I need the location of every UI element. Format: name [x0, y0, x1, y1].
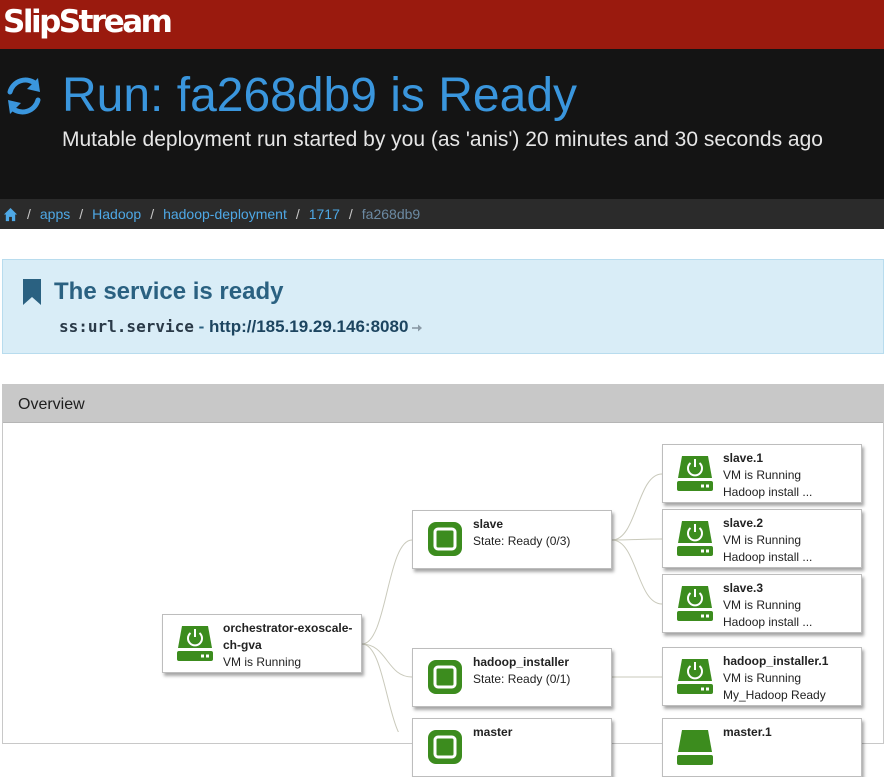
node-message: Hadoop install ...	[723, 550, 813, 564]
service-url-link[interactable]: http://185.19.29.146:8080	[209, 317, 408, 336]
service-ready-alert: The service is ready ss:url.service - ht…	[2, 259, 884, 354]
topology-node-orchestrator[interactable]: orchestrator-exoscale-ch-gva VM is Runni…	[162, 614, 362, 673]
node-text: hadoop_installer State: Ready (0/1)	[473, 654, 611, 688]
node-text: slave.1 VM is Running Hadoop install ...	[723, 450, 861, 501]
slipstream-logo[interactable]: SlipStream	[3, 2, 173, 42]
topology-node-hadoop-installer[interactable]: hadoop_installer State: Ready (0/1)	[412, 648, 612, 707]
separator-dash: -	[198, 317, 205, 336]
breadcrumb-separator: /	[295, 206, 300, 222]
overview-title: Overview	[18, 396, 85, 413]
node-text: hadoop_installer.1 VM is Running My_Hado…	[723, 653, 861, 704]
node-status: VM is Running	[723, 671, 802, 685]
breadcrumb-separator: /	[150, 206, 155, 222]
topology-node-slave-2[interactable]: slave.2 VM is Running Hadoop install ...	[662, 509, 862, 568]
vm-power-icon	[677, 659, 713, 694]
node-status: State: Ready (0/3)	[473, 534, 571, 548]
node-name: hadoop_installer.1	[723, 654, 829, 668]
topology-node-master[interactable]: master	[412, 718, 612, 777]
node-status: VM is Running	[723, 468, 802, 482]
node-name: master	[473, 725, 513, 739]
node-status: VM is Running	[723, 598, 802, 612]
overview-panel-heading[interactable]: Overview	[3, 385, 883, 423]
deployment-node-icon	[428, 730, 462, 764]
top-bar: SlipStream	[0, 0, 884, 49]
topology-node-slave-3[interactable]: slave.3 VM is Running Hadoop install ...	[662, 574, 862, 633]
node-status: VM is Running	[723, 533, 802, 547]
vm-power-icon	[677, 586, 713, 621]
node-text: slave.2 VM is Running Hadoop install ...	[723, 515, 861, 566]
vm-power-icon	[677, 521, 713, 556]
breadcrumb-hadoop-deployment[interactable]: hadoop-deployment	[163, 206, 287, 222]
service-url-key: ss:url.service	[59, 317, 194, 336]
breadcrumb: / apps / Hadoop / hadoop-deployment / 17…	[0, 199, 884, 229]
node-name: hadoop_installer	[473, 655, 570, 669]
external-link-icon[interactable]	[411, 323, 423, 333]
breadcrumb-separator: /	[79, 206, 84, 222]
node-name: slave.1	[723, 451, 764, 465]
topology-node-slave-1[interactable]: slave.1 VM is Running Hadoop install ...	[662, 444, 862, 503]
node-name: orchestrator-exoscale-ch-gva	[223, 621, 353, 652]
breadcrumb-version[interactable]: 1717	[309, 206, 340, 222]
node-name: slave	[473, 517, 504, 531]
vm-power-icon	[177, 626, 213, 661]
bookmark-icon	[23, 279, 41, 305]
refresh-icon[interactable]	[2, 74, 46, 118]
breadcrumb-apps[interactable]: apps	[40, 206, 70, 222]
breadcrumb-hadoop[interactable]: Hadoop	[92, 206, 141, 222]
topology-node-slave[interactable]: slave State: Ready (0/3)	[412, 510, 612, 569]
node-name: master.1	[723, 725, 772, 739]
node-message: Hadoop install ...	[723, 485, 813, 499]
alert-title: The service is ready	[54, 278, 284, 305]
deployment-node-icon	[428, 522, 462, 556]
node-name: slave.3	[723, 581, 764, 595]
page-subtitle: Mutable deployment run started by you (a…	[62, 128, 823, 151]
node-status: VM is Running	[223, 655, 302, 669]
node-name: slave.2	[723, 516, 764, 530]
breadcrumb-current: fa268db9	[361, 206, 421, 222]
breadcrumb-separator: /	[348, 206, 353, 222]
node-text: slave.3 VM is Running Hadoop install ...	[723, 580, 861, 631]
node-status: State: Ready (0/1)	[473, 672, 571, 686]
vm-power-icon	[677, 456, 713, 491]
node-text: master	[473, 724, 611, 741]
node-text: slave State: Ready (0/3)	[473, 516, 611, 550]
vm-power-icon	[677, 730, 713, 765]
topology-node-hadoop-installer-1[interactable]: hadoop_installer.1 VM is Running My_Hado…	[662, 647, 862, 706]
deployment-node-icon	[428, 660, 462, 694]
node-text: orchestrator-exoscale-ch-gva VM is Runni…	[223, 620, 361, 671]
node-message: My_Hadoop Ready	[723, 688, 826, 702]
node-message: Hadoop install ...	[723, 615, 813, 629]
topology-node-master-1[interactable]: master.1	[662, 718, 862, 777]
service-url-line: ss:url.service - http://185.19.29.146:80…	[59, 316, 423, 338]
page-title: Run: fa268db9 is Ready	[62, 69, 578, 122]
home-icon[interactable]	[3, 207, 18, 222]
node-text: master.1	[723, 724, 861, 741]
breadcrumb-separator: /	[27, 206, 31, 222]
